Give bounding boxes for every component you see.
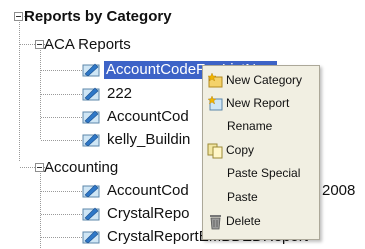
report-new-icon: [207, 95, 223, 111]
menu-item-new-category[interactable]: New Category: [203, 70, 319, 90]
tree-connector: [41, 237, 83, 238]
tree-connector: [41, 191, 83, 192]
tree-connector: [41, 94, 83, 95]
trash-icon: [210, 215, 221, 230]
report-item[interactable]: 222: [107, 85, 132, 103]
menu-item-label: Delete: [226, 214, 261, 228]
tree-connector: [41, 117, 83, 118]
tree-connector: [20, 167, 35, 168]
menu-item-label: Paste: [227, 190, 258, 204]
collapse-root-toggle[interactable]: [14, 12, 23, 21]
menu-item-label: Rename: [227, 119, 273, 133]
tree-connector: [19, 22, 20, 162]
menu-item-label: Copy: [226, 143, 255, 157]
context-menu: New Category New Report Rename Copy Past…: [202, 65, 320, 240]
menu-item-label: New Report: [226, 96, 290, 110]
copy-icon: [207, 143, 223, 159]
collapse-aca-toggle[interactable]: [35, 40, 44, 49]
menu-item-paste[interactable]: Paste: [203, 187, 319, 207]
tree-connector: [41, 140, 83, 141]
collapse-accounting-toggle[interactable]: [35, 163, 44, 172]
menu-item-copy[interactable]: Copy: [203, 140, 319, 160]
report-icon: [82, 110, 100, 124]
report-icon: [82, 63, 100, 77]
report-item[interactable]: kelly_Buildin: [107, 131, 190, 149]
report-icon: [82, 230, 100, 244]
menu-item-new-report[interactable]: New Report: [203, 93, 319, 113]
root-category-label[interactable]: Reports by Category: [24, 8, 172, 26]
report-item[interactable]: AccountCod: [107, 182, 189, 200]
menu-item-paste-special[interactable]: Paste Special: [203, 163, 319, 183]
report-icon: [82, 133, 100, 147]
menu-item-label: New Category: [226, 73, 303, 87]
tree-connector: [41, 214, 83, 215]
category-accounting[interactable]: Accounting: [44, 159, 118, 177]
tree-connector: [40, 50, 41, 140]
tree-connector: [41, 70, 83, 71]
report-item[interactable]: CrystalRepo: [107, 205, 190, 223]
menu-item-rename[interactable]: Rename: [203, 116, 319, 136]
report-item-suffix: 2008: [322, 182, 356, 199]
category-aca-reports[interactable]: ACA Reports: [44, 36, 131, 54]
menu-item-delete[interactable]: Delete: [203, 211, 319, 231]
menu-item-label: Paste Special: [227, 166, 301, 180]
tree-connector: [20, 44, 35, 45]
report-icon: [82, 207, 100, 221]
folder-new-icon: [207, 72, 223, 88]
report-item[interactable]: AccountCod: [107, 108, 189, 126]
report-icon: [82, 87, 100, 101]
report-icon: [82, 184, 100, 198]
